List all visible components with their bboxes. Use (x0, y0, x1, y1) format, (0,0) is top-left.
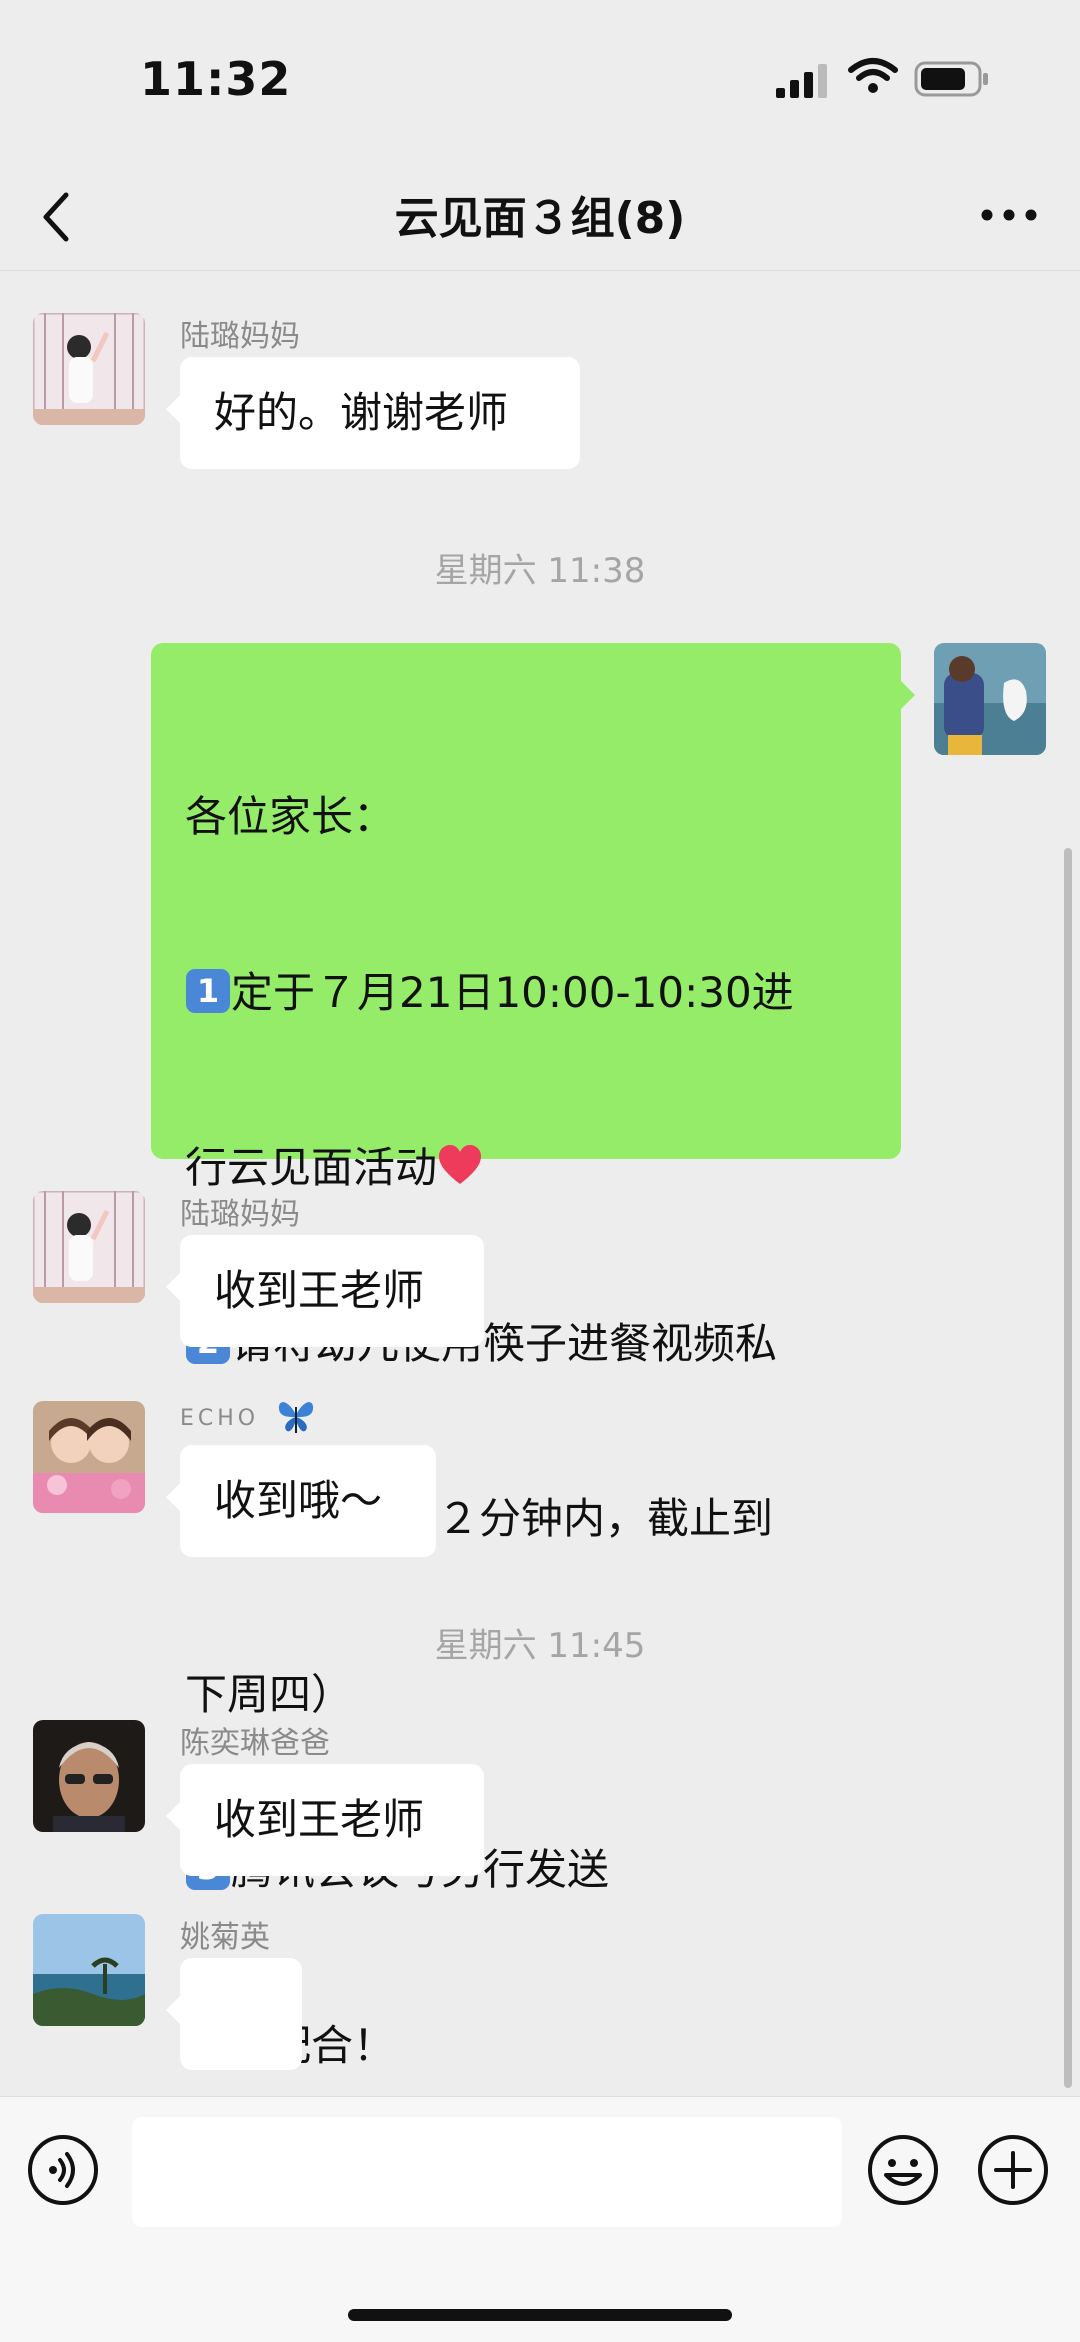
bubble-text: 行云见面活动 (185, 1143, 438, 1192)
plus-icon[interactable] (976, 2133, 1050, 2207)
timestamp: 星期六 11:38 (434, 551, 646, 591)
message-input[interactable] (132, 2117, 842, 2227)
voice-icon[interactable] (26, 2133, 100, 2207)
avatar[interactable] (33, 1401, 145, 1513)
emoji-icon[interactable] (866, 2133, 940, 2207)
more-button[interactable] (974, 190, 1044, 240)
message-bubble[interactable]: 收到王老师 (166, 1235, 484, 1347)
my-avatar[interactable] (934, 643, 1046, 755)
chat-title: 云见面３组(8) (394, 193, 686, 244)
message-bubble[interactable]: 收到王老师 (166, 1764, 484, 1876)
message-bubble[interactable]: 收到哦～ (166, 1445, 436, 1557)
chat-header: 云见面３组(8) (0, 160, 1080, 271)
heart-icon (439, 1145, 482, 1184)
bubble-line: 1 定于７月21日10:00-10:30进 (185, 964, 867, 1023)
bubble-line: 各位家长： (185, 792, 396, 841)
message-list[interactable]: 陆璐妈妈 好的。谢谢老师 星期六 11:38 各位家长： 1 定于７月21日10:… (0, 271, 1080, 2160)
sender-name: 陆璐妈妈 (180, 1197, 300, 1232)
bubble-line: 下周四） (185, 1669, 354, 1719)
sender-name: ECHO (180, 1397, 316, 1435)
avatar[interactable] (33, 313, 145, 425)
more-icon (981, 209, 1037, 221)
signal-icon (776, 64, 827, 98)
message-bubble[interactable]: 好的。谢谢老师 (166, 357, 580, 469)
status-bar: 11:32 (0, 0, 1080, 160)
sender-name: 陆璐妈妈 (180, 319, 300, 354)
sender-name: 姚菊英 (180, 1920, 270, 1955)
battery-icon (914, 61, 988, 97)
keycap-1-icon: 1 (186, 968, 230, 1013)
keycap-label: 1 (197, 972, 219, 1010)
status-time: 11:32 (140, 52, 292, 106)
wifi-icon (848, 58, 898, 93)
avatar[interactable] (33, 1191, 145, 1303)
timestamp: 星期六 11:45 (434, 1626, 646, 1666)
sender-name: 陈奕琳爸爸 (180, 1726, 330, 1761)
avatar[interactable] (33, 1914, 145, 2026)
butterfly-icon (279, 1402, 314, 1433)
sender-name-text: ECHO (180, 1406, 260, 1431)
bubble-text: 定于７月21日10:00-10:30进 (231, 967, 794, 1017)
message-bubble[interactable] (166, 1958, 302, 2160)
message-bubble[interactable]: 各位家长： 1定于７月21日10:00-10:30进 行云见面活动 2请将幼儿使… (151, 643, 915, 2070)
input-bar (0, 2096, 1080, 2342)
scrollbar[interactable] (1064, 848, 1072, 2088)
avatar[interactable] (33, 1720, 145, 1832)
home-indicator[interactable] (348, 2309, 732, 2321)
